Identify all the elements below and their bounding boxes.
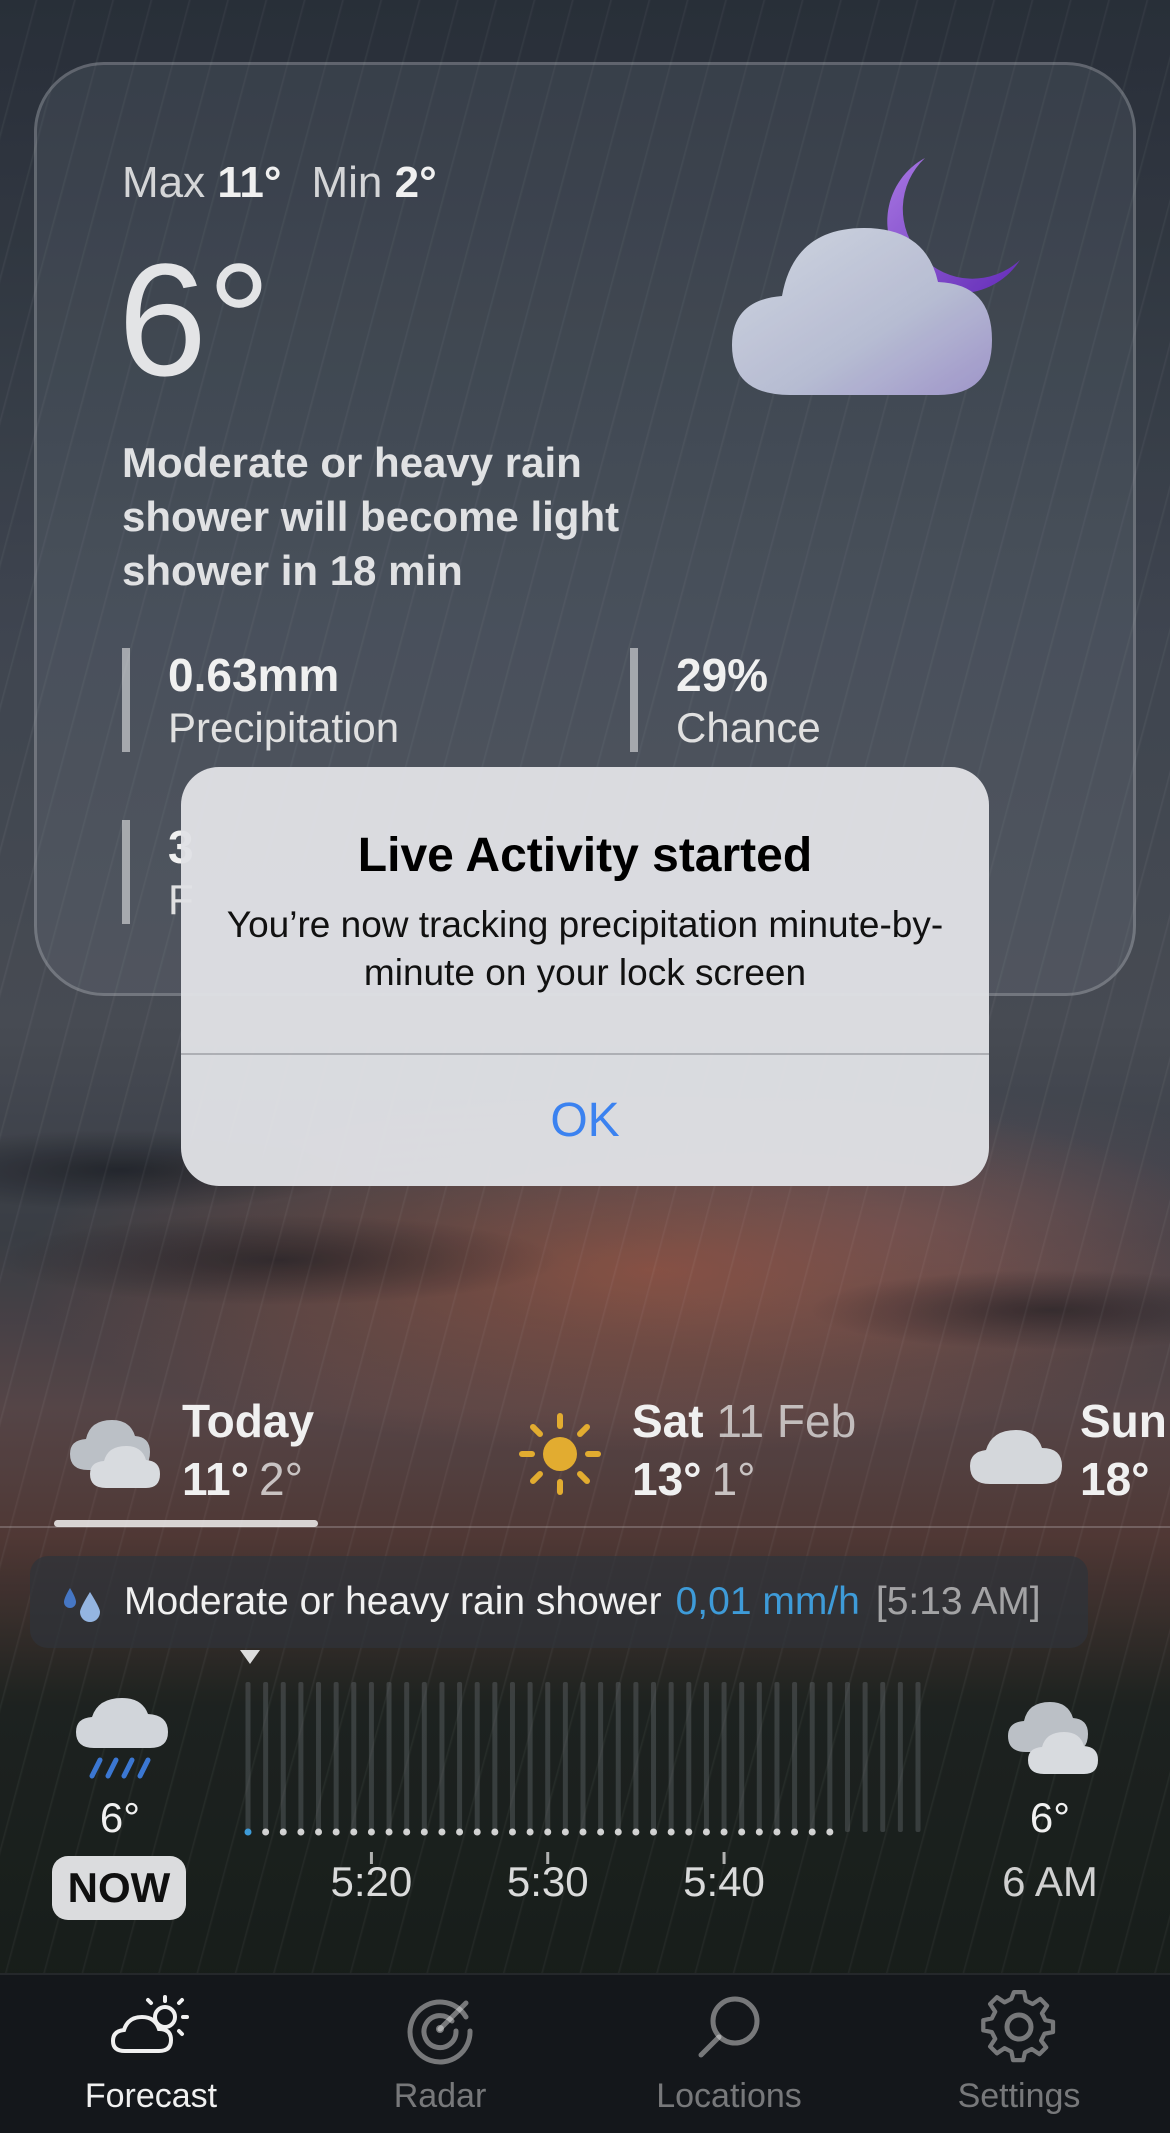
ok-button[interactable]: OK — [181, 1055, 989, 1186]
live-activity-alert: Live Activity started You’re now trackin… — [181, 767, 989, 1186]
alert-title: Live Activity started — [357, 829, 813, 882]
alert-message: You’re now tracking precipitation minute… — [226, 904, 944, 993]
